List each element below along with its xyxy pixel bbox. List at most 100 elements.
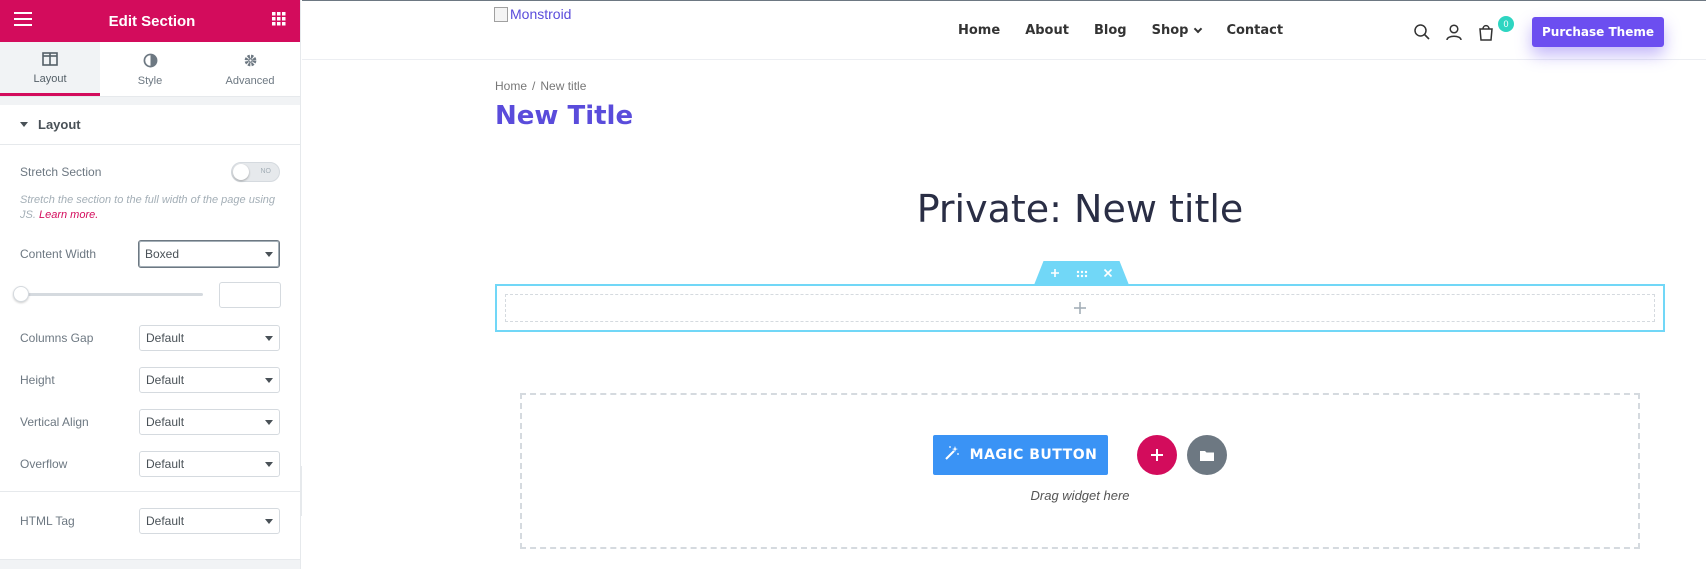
html-tag-select[interactable]: Default <box>139 508 280 534</box>
purchase-theme-button[interactable]: Purchase Theme <box>1532 17 1664 47</box>
nav-label: Shop <box>1151 23 1189 38</box>
width-slider-handle[interactable] <box>13 286 29 302</box>
columns-gap-select[interactable]: Default <box>139 325 280 351</box>
delete-section-icon[interactable] <box>1103 266 1113 281</box>
breadcrumb: Home / New title <box>495 79 586 93</box>
height-select[interactable]: Default <box>139 367 280 393</box>
drag-widget-hint: Drag widget here <box>1030 488 1130 503</box>
overflow-control: Overflow Default <box>20 451 280 477</box>
main-nav: Home About Blog Shop Contact <box>958 23 1283 38</box>
search-icon[interactable] <box>1412 22 1432 42</box>
divider <box>0 491 300 492</box>
selected-section[interactable] <box>495 284 1665 332</box>
magic-button[interactable]: MAGIC BUTTON <box>933 435 1108 475</box>
panel-footer <box>0 559 300 569</box>
magic-wand-icon <box>944 445 960 465</box>
empty-column[interactable] <box>505 294 1655 322</box>
tab-label: Layout <box>33 73 67 85</box>
width-slider-track[interactable] <box>20 293 203 296</box>
chevron-down-icon <box>265 251 273 257</box>
add-template-button[interactable] <box>1187 435 1227 475</box>
columns-gap-control: Columns Gap Default <box>20 325 280 351</box>
broken-image-icon <box>494 6 508 22</box>
content-width-select[interactable]: Boxed <box>138 240 280 268</box>
width-number-input[interactable] <box>219 282 281 308</box>
tab-style[interactable]: Style <box>100 42 200 96</box>
section-heading: Layout <box>38 117 81 132</box>
site-header: Monstroid Home About Blog Shop Contact 0… <box>302 1 1706 60</box>
nav-label: Blog <box>1093 23 1127 38</box>
page-preview: Monstroid Home About Blog Shop Contact 0… <box>302 0 1706 569</box>
select-value: Default <box>146 415 185 429</box>
nav-label: About <box>1025 23 1069 38</box>
breadcrumb-separator: / <box>532 79 536 93</box>
page-title: New Title <box>495 101 634 131</box>
nav-contact[interactable]: Contact <box>1226 23 1283 38</box>
height-control: Height Default <box>20 367 280 393</box>
stretch-description: Stretch the section to the full width of… <box>20 193 280 223</box>
folder-icon <box>1200 450 1214 461</box>
overflow-label: Overflow <box>20 457 68 471</box>
drag-handle-icon[interactable] <box>1076 266 1088 281</box>
chevron-down-icon <box>1194 24 1203 33</box>
panel-tabs: Layout Style Advanced <box>0 42 300 97</box>
layout-section-toggle[interactable]: Layout <box>0 97 300 145</box>
add-new-section-button[interactable] <box>1137 435 1177 475</box>
learn-more-link[interactable]: Learn more. <box>39 209 98 221</box>
overflow-select[interactable]: Default <box>139 451 280 477</box>
toggle-label: NO <box>260 168 272 175</box>
magic-button-label: MAGIC BUTTON <box>969 447 1098 463</box>
toggle-knob <box>233 164 249 180</box>
add-widget-icon[interactable] <box>1073 295 1087 321</box>
plus-icon <box>1151 449 1163 461</box>
select-value: Default <box>146 514 185 528</box>
nav-blog[interactable]: Blog <box>1094 23 1127 38</box>
height-label: Height <box>20 373 55 387</box>
cart-count-badge: 0 <box>1498 16 1514 32</box>
select-value: Boxed <box>145 247 180 261</box>
tab-layout[interactable]: Layout <box>0 42 100 96</box>
half-circle-icon <box>141 52 159 70</box>
chevron-down-icon <box>265 377 273 383</box>
html-tag-label: HTML Tag <box>20 514 75 528</box>
select-value: Default <box>146 457 185 471</box>
html-tag-control: HTML Tag Default <box>20 508 280 534</box>
section-handle <box>1034 261 1129 285</box>
chevron-down-icon <box>265 461 273 467</box>
tab-advanced[interactable]: Advanced <box>200 42 300 96</box>
select-value: Default <box>146 331 185 345</box>
vertical-align-select[interactable]: Default <box>139 409 280 435</box>
columns-icon <box>41 50 59 68</box>
nav-about[interactable]: About <box>1025 23 1069 38</box>
content-width-control: Content Width Boxed <box>20 240 280 268</box>
stretch-section-label: Stretch Section <box>20 165 102 179</box>
cart-icon[interactable] <box>1476 22 1496 42</box>
tab-label: Style <box>137 74 163 87</box>
chevron-down-icon <box>265 335 273 341</box>
nav-shop[interactable]: Shop <box>1151 23 1203 38</box>
vertical-align-label: Vertical Align <box>20 415 89 429</box>
columns-gap-label: Columns Gap <box>20 331 94 345</box>
gear-icon <box>241 52 259 70</box>
hamburger-menu-icon[interactable] <box>14 11 32 31</box>
stretch-section-toggle[interactable]: NO <box>231 162 280 182</box>
select-value: Default <box>146 373 185 387</box>
logo-alt-text: Monstroid <box>510 6 572 22</box>
stretch-section-control: Stretch Section NO <box>20 162 280 182</box>
caret-down-icon <box>20 122 28 127</box>
widgets-grid-icon[interactable] <box>272 11 286 31</box>
editor-panel: Edit Section Layout Style Advanced Layou… <box>0 0 301 569</box>
chevron-down-icon <box>265 518 273 524</box>
nav-label: Home <box>958 23 1001 38</box>
site-logo[interactable]: Monstroid <box>494 6 571 22</box>
chevron-down-icon <box>265 419 273 425</box>
user-icon[interactable] <box>1444 22 1464 42</box>
add-section-icon[interactable] <box>1050 266 1060 281</box>
content-width-label: Content Width <box>20 247 97 261</box>
tab-label: Advanced <box>225 74 275 87</box>
panel-title: Edit Section <box>108 12 196 30</box>
nav-home[interactable]: Home <box>958 23 1000 38</box>
breadcrumb-current: New title <box>540 79 587 93</box>
post-heading: Private: New title <box>916 187 1244 231</box>
breadcrumb-home[interactable]: Home <box>495 79 527 93</box>
